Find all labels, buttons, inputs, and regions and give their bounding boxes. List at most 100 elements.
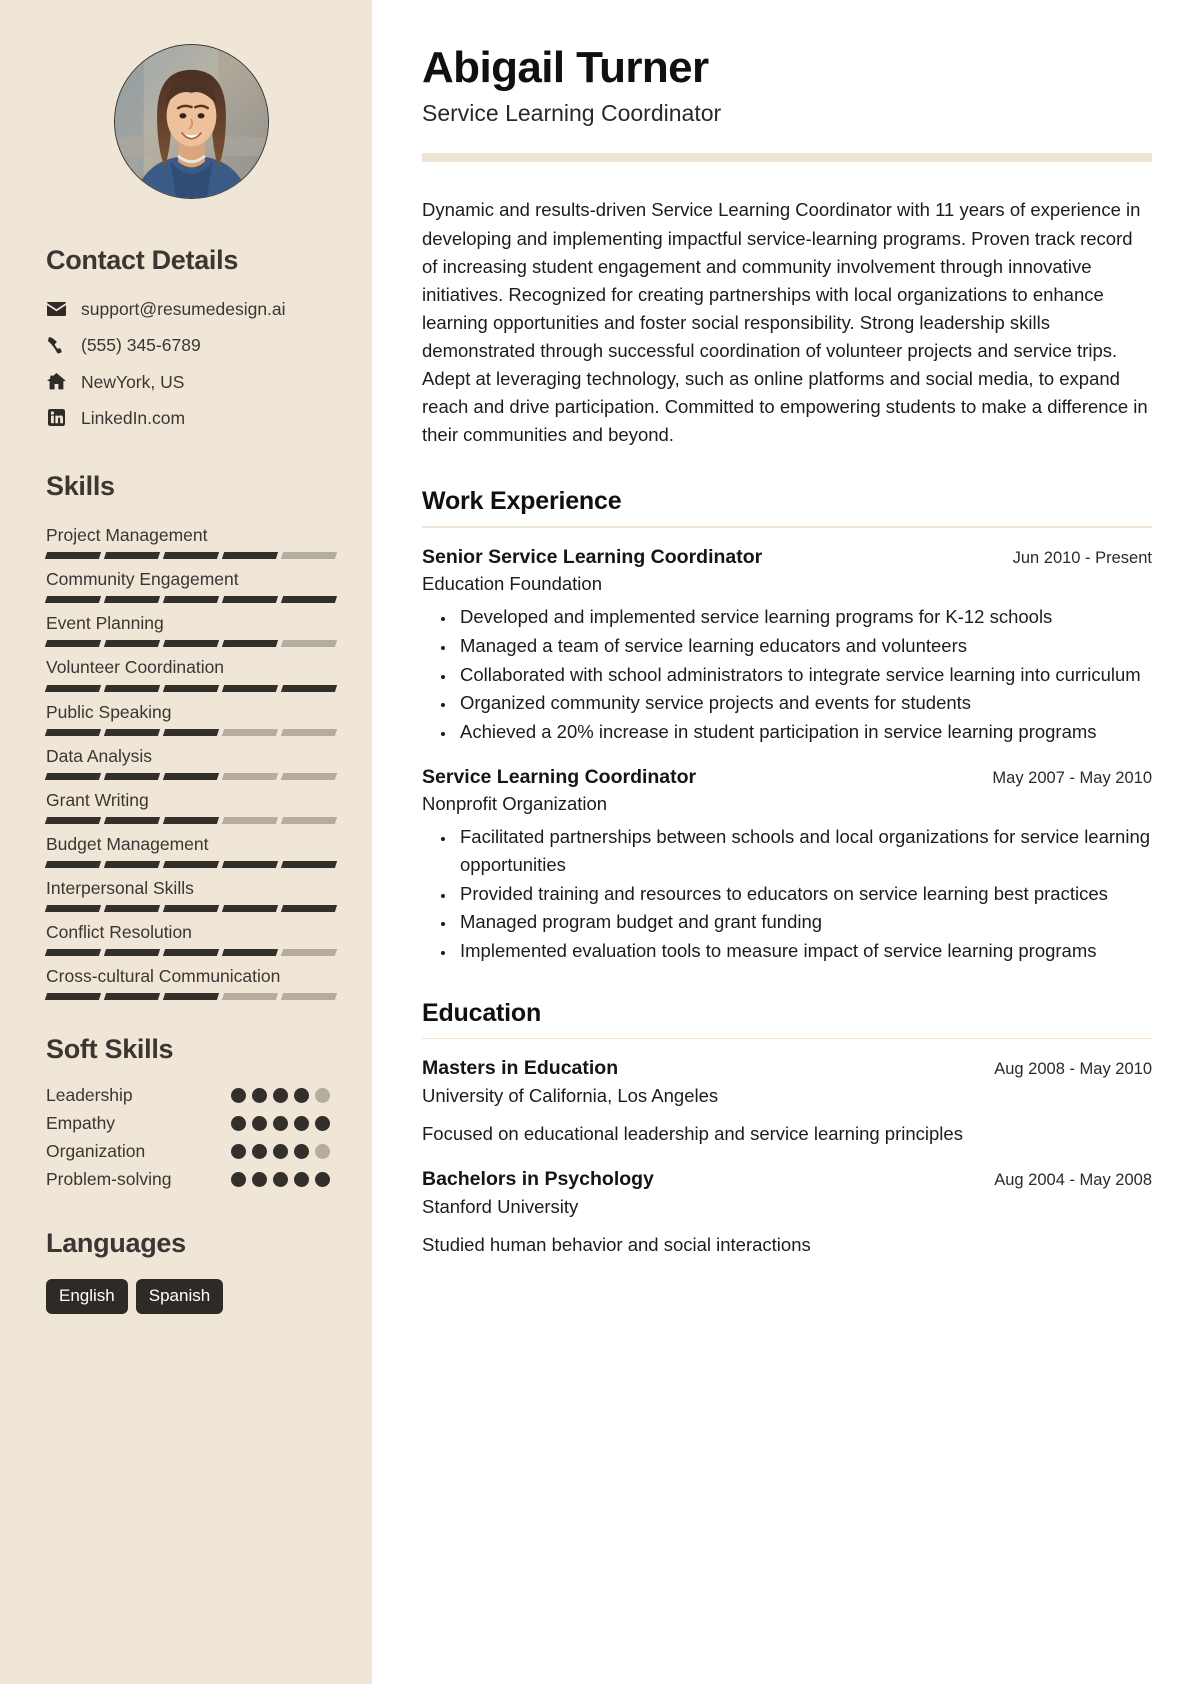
skill-label: Project Management	[46, 525, 208, 545]
skill-segment	[280, 684, 338, 692]
list-item: Provided training and resources to educa…	[456, 880, 1152, 908]
education-section: Education Masters in Education Aug 2008 -…	[422, 999, 1152, 1259]
skill-segment	[44, 861, 102, 868]
skill-segment	[221, 861, 279, 868]
skill-segment	[221, 905, 279, 913]
skill-segment	[103, 905, 161, 913]
responsibility-list: Facilitated partnerships between schools…	[422, 823, 1152, 965]
skill-segment	[162, 816, 220, 824]
skill-segment	[221, 684, 279, 692]
degree-date-range: Aug 2008 - May 2010	[994, 1060, 1152, 1079]
skill-item: Volunteer Coordination	[44, 654, 338, 692]
soft-skill-rating	[231, 1172, 336, 1188]
skill-segment	[103, 728, 161, 736]
skill-label: Event Planning	[46, 613, 164, 634]
section-divider	[422, 526, 1152, 528]
skill-segment	[103, 816, 161, 824]
skills-list: Project Management Community Engagement Ev…	[44, 522, 338, 1001]
soft-skills-heading: Soft Skills	[46, 1034, 174, 1065]
rating-dot	[231, 1116, 246, 1132]
contact-linkedin-text: LinkedIn.com	[81, 407, 186, 428]
institution-name: University of California, Los Angeles	[422, 1084, 719, 1106]
skill-level-bar	[44, 861, 338, 868]
skills-heading: Skills	[46, 471, 115, 501]
contact-item-email[interactable]: support@resumedesign.ai	[46, 296, 336, 322]
main-content: Abigail Turner Service Learning Coordina…	[372, 0, 1200, 1684]
skill-level-bar	[44, 684, 338, 692]
skill-label: Budget Management	[46, 833, 209, 854]
soft-skill-row: Problem-solving	[46, 1169, 336, 1190]
work-experience-heading: Work Experience	[422, 487, 622, 516]
skill-segment	[103, 772, 161, 780]
skill-segment	[162, 640, 220, 648]
language-tag: Spanish	[135, 1279, 224, 1314]
soft-skill-label: Problem-solving	[46, 1169, 172, 1190]
rating-dot	[315, 1116, 330, 1132]
skill-label: Volunteer Coordination	[46, 657, 225, 678]
skill-segment	[221, 596, 279, 604]
employer-name: Education Foundation	[422, 573, 602, 595]
skill-segment	[103, 640, 161, 648]
rating-dot	[252, 1144, 267, 1160]
skill-segment	[280, 552, 338, 560]
skill-item: Cross-cultural Communication	[44, 963, 338, 1001]
job-date-range: Jun 2010 - Present	[1012, 548, 1152, 567]
rating-dot	[273, 1144, 288, 1160]
contact-item-phone[interactable]: (555) 345-6789	[46, 332, 336, 358]
contact-phone-text: (555) 345-6789	[81, 335, 201, 356]
education-heading: Education	[422, 998, 542, 1027]
skill-label: Cross-cultural Communication	[46, 966, 281, 987]
skill-item: Project Management	[44, 522, 338, 560]
skill-segment	[44, 772, 102, 780]
sidebar: Contact Details support@resumedesign.ai …	[0, 0, 372, 1684]
rating-dot	[294, 1088, 309, 1104]
skill-segment	[44, 640, 102, 648]
skills-section: Skills Project Management Community Engag…	[44, 471, 338, 1001]
skill-item: Conflict Resolution	[44, 919, 338, 957]
skill-segment	[44, 684, 102, 692]
rating-dot	[231, 1172, 246, 1188]
skill-segment	[280, 728, 338, 736]
rating-dot	[231, 1144, 246, 1160]
languages-section: Languages English Spanish	[46, 1228, 336, 1314]
soft-skill-row: Organization	[46, 1141, 336, 1162]
education-entry: Bachelors in Psychology Aug 2004 - May 20…	[422, 1166, 1152, 1259]
avatar-wrap	[46, 44, 336, 199]
contact-item-linkedin[interactable]: LinkedIn.com	[46, 405, 336, 431]
rating-dot	[315, 1144, 330, 1160]
skill-segment	[280, 905, 338, 913]
skill-label: Interpersonal Skills	[46, 878, 194, 898]
skill-level-bar	[44, 772, 338, 780]
skill-segment	[162, 728, 220, 736]
contact-item-location[interactable]: NewYork, US	[46, 369, 336, 395]
skill-level-bar	[44, 728, 338, 736]
rating-dot	[252, 1172, 267, 1188]
rating-dot	[273, 1116, 288, 1132]
skill-label: Data Analysis	[46, 745, 153, 766]
rating-dot	[273, 1172, 288, 1188]
contact-location-text: NewYork, US	[81, 371, 185, 392]
skill-segment	[162, 772, 220, 780]
soft-skill-rating	[231, 1116, 336, 1132]
entry-header: Masters in Education Aug 2008 - May 2010	[422, 1055, 1152, 1081]
skill-level-bar	[44, 552, 338, 560]
skill-segment	[280, 772, 338, 780]
skill-segment	[103, 861, 161, 868]
skill-segment	[44, 949, 102, 957]
skill-segment	[280, 993, 338, 1001]
list-item: Developed and implemented service learni…	[456, 603, 1152, 631]
soft-skill-rating	[231, 1088, 336, 1104]
skill-segment	[162, 949, 220, 957]
page-title: Abigail Turner	[422, 43, 709, 92]
skill-level-bar	[44, 949, 338, 957]
work-entry: Senior Service Learning Coordinator Jun 2…	[422, 544, 1152, 746]
entry-header: Senior Service Learning Coordinator Jun 2…	[422, 544, 1152, 570]
linkedin-icon	[46, 409, 67, 427]
language-tag: English	[46, 1279, 128, 1314]
header-divider	[422, 153, 1152, 163]
skill-segment	[162, 861, 220, 868]
list-item: Collaborated with school administrators …	[456, 661, 1152, 689]
skill-item: Data Analysis	[44, 743, 338, 780]
skill-segment	[280, 949, 338, 957]
skill-segment	[44, 993, 102, 1001]
